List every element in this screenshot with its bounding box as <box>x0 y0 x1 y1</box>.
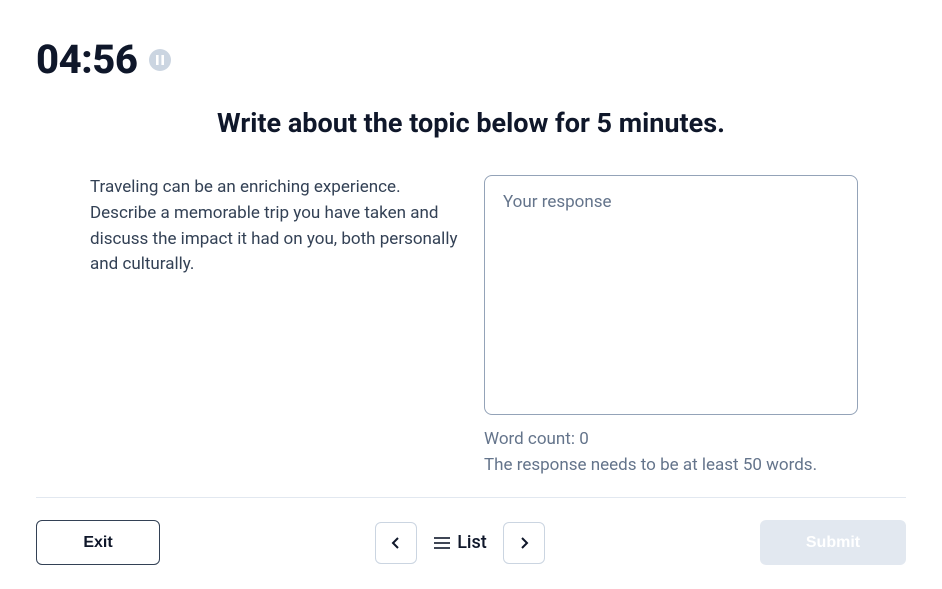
exit-button[interactable]: Exit <box>36 520 160 565</box>
pause-icon <box>156 55 164 65</box>
list-label: List <box>457 532 487 553</box>
next-button[interactable] <box>503 522 545 564</box>
chevron-left-icon <box>388 535 404 551</box>
word-count: Word count: 0 <box>484 429 858 449</box>
page-title: Write about the topic below for 5 minute… <box>36 107 906 139</box>
timer: 04:56 <box>36 36 137 83</box>
list-button[interactable]: List <box>429 532 491 553</box>
prompt-text: Traveling can be an enriching experience… <box>90 175 460 278</box>
requirement-text: The response needs to be at least 50 wor… <box>484 455 858 475</box>
submit-button[interactable]: Submit <box>760 520 906 565</box>
chevron-right-icon <box>516 535 532 551</box>
word-count-label: Word count: <box>484 429 579 449</box>
word-count-value: 0 <box>579 429 589 449</box>
prev-button[interactable] <box>375 522 417 564</box>
pause-button[interactable] <box>149 49 171 71</box>
question-nav: List <box>375 522 545 564</box>
response-input[interactable] <box>484 175 858 415</box>
list-icon <box>433 536 451 550</box>
